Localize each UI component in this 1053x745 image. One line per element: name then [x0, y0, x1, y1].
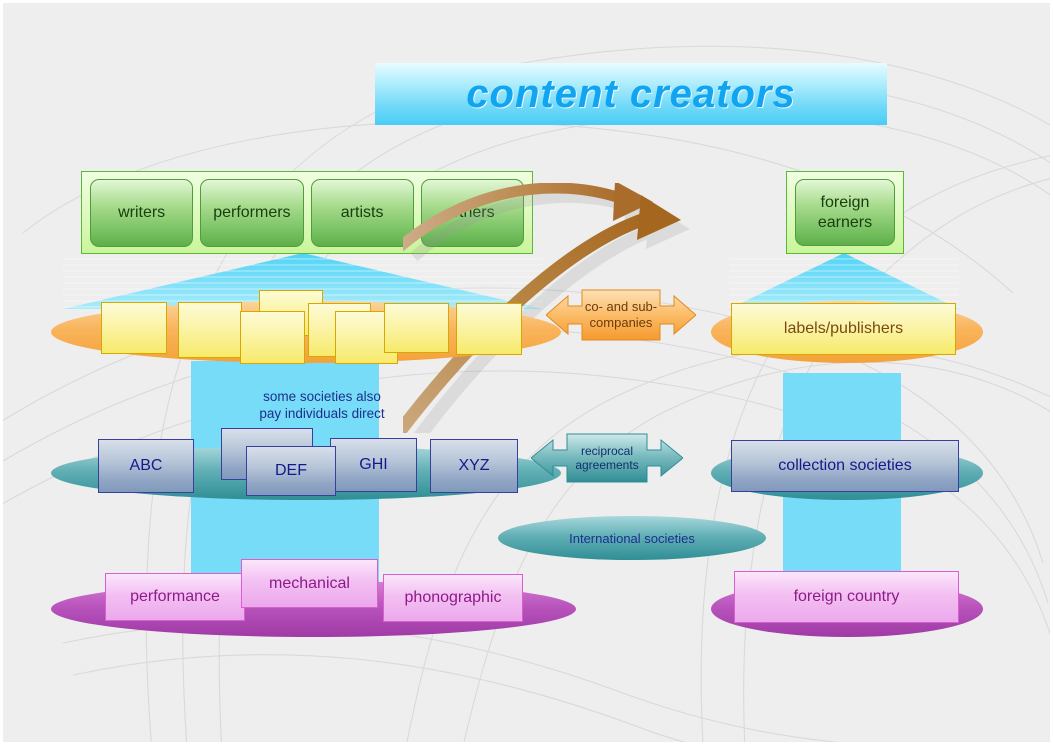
rights-label: phonographic: [404, 589, 502, 606]
label-box-1[interactable]: [101, 302, 167, 354]
rights-label: mechanical: [269, 574, 350, 592]
society-box-def[interactable]: DEF: [246, 446, 336, 496]
title-banner: content creators: [375, 63, 887, 125]
labels-publishers-box[interactable]: labels/publishers: [731, 303, 956, 355]
society-label: DEF: [275, 462, 307, 479]
creator-box-performers[interactable]: performers: [200, 178, 304, 247]
rights-box-performance[interactable]: performance: [105, 573, 245, 621]
society-label: ABC: [129, 457, 163, 474]
foreign-earners-label-line2: earners: [817, 213, 873, 231]
foreign-country-label: foreign country: [793, 588, 900, 605]
international-societies-label: International societies: [569, 530, 695, 546]
label-box-8[interactable]: [456, 303, 522, 355]
foreign-earners-box[interactable]: foreign earners: [795, 179, 895, 246]
creator-box-writers[interactable]: writers: [90, 178, 194, 247]
creator-label: writers: [118, 203, 166, 221]
rights-box-mechanical[interactable]: mechanical: [241, 559, 378, 608]
society-box-ghi[interactable]: GHI: [330, 438, 417, 492]
international-societies-ellipse[interactable]: International societies: [498, 516, 766, 560]
page-title: content creators: [466, 71, 796, 116]
label-box-2[interactable]: [178, 302, 242, 358]
societies-note: some societies also pay individuals dire…: [211, 389, 433, 423]
society-label: GHI: [359, 456, 388, 473]
reciprocal-agreements-arrow[interactable]: [531, 430, 683, 486]
rights-box-phonographic[interactable]: phonographic: [383, 574, 523, 622]
society-label: XYZ: [458, 457, 490, 474]
label-box-4[interactable]: [240, 311, 305, 364]
society-box-xyz[interactable]: XYZ: [430, 439, 518, 493]
rights-label: performance: [130, 588, 220, 605]
co-sub-companies-arrow[interactable]: [546, 284, 696, 346]
foreign-earners-label-line1: foreign: [820, 193, 870, 211]
diagram-canvas: content creators writers performers arti…: [0, 0, 1053, 745]
collection-societies-box[interactable]: collection societies: [731, 440, 959, 492]
labels-publishers-label: labels/publishers: [783, 320, 904, 337]
foreign-earners-group: foreign earners: [786, 171, 904, 254]
collection-societies-label: collection societies: [778, 457, 912, 474]
foreign-country-box[interactable]: foreign country: [734, 571, 959, 623]
creator-label: artists: [340, 203, 384, 221]
label-box-7[interactable]: [384, 303, 449, 353]
societies-note-line2: pay individuals direct: [259, 405, 385, 421]
creator-label: performers: [213, 203, 291, 221]
society-box-abc[interactable]: ABC: [98, 439, 194, 493]
societies-note-line1: some societies also: [263, 389, 381, 404]
creator-box-artists[interactable]: artists: [310, 178, 414, 247]
